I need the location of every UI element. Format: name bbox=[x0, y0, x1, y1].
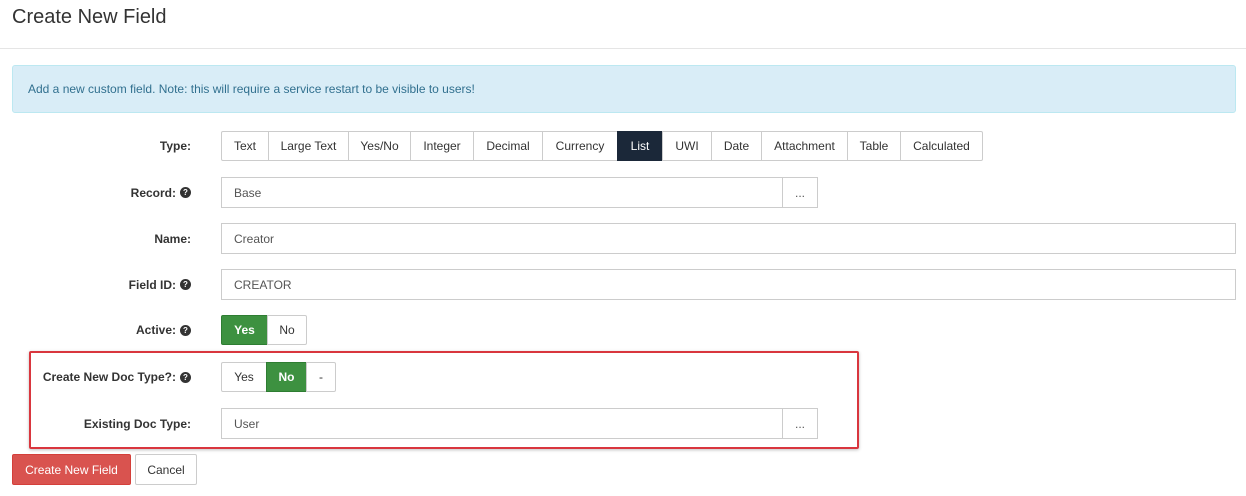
title-divider bbox=[0, 48, 1246, 49]
type-option-calculated[interactable]: Calculated bbox=[900, 131, 983, 161]
existing-doc-type-browse-button[interactable]: ... bbox=[782, 408, 818, 439]
type-option-attachment[interactable]: Attachment bbox=[761, 131, 848, 161]
active-label: Active: ? bbox=[60, 315, 191, 345]
question-circle-icon[interactable]: ? bbox=[180, 324, 191, 336]
info-alert: Add a new custom field. Note: this will … bbox=[12, 65, 1236, 113]
existing-doc-type-field[interactable]: User bbox=[221, 408, 783, 439]
type-label: Type: bbox=[60, 131, 191, 161]
type-option-yes-no[interactable]: Yes/No bbox=[348, 131, 411, 161]
type-option-decimal[interactable]: Decimal bbox=[473, 131, 543, 161]
create-doc-type-no-button[interactable]: No bbox=[266, 362, 307, 392]
cancel-button[interactable]: Cancel bbox=[135, 454, 197, 485]
create-doc-type-yes-button[interactable]: Yes bbox=[221, 362, 267, 392]
field-id-label-text: Field ID: bbox=[128, 277, 176, 292]
create-new-field-button[interactable]: Create New Field bbox=[12, 454, 131, 485]
name-label: Name: bbox=[60, 223, 191, 254]
type-option-uwi[interactable]: UWI bbox=[662, 131, 712, 161]
question-circle-icon[interactable]: ? bbox=[180, 371, 191, 383]
create-doc-type-toggle: Yes No - bbox=[221, 362, 336, 392]
type-option-date[interactable]: Date bbox=[711, 131, 762, 161]
create-doc-type-unset-button[interactable]: - bbox=[306, 362, 336, 392]
field-id-input[interactable]: CREATOR bbox=[221, 269, 1236, 300]
record-field[interactable]: Base bbox=[221, 177, 783, 208]
field-id-label: Field ID: ? bbox=[60, 269, 191, 300]
question-circle-icon[interactable]: ? bbox=[180, 187, 191, 198]
active-toggle: Yes No bbox=[221, 315, 307, 345]
active-label-text: Active: bbox=[135, 323, 176, 337]
type-option-table[interactable]: Table bbox=[847, 131, 901, 161]
type-selector: Text Large Text Yes/No Integer Decimal C… bbox=[221, 131, 983, 161]
page-title: Create New Field bbox=[12, 6, 167, 28]
type-label-text: Type: bbox=[159, 139, 191, 153]
active-yes-button[interactable]: Yes bbox=[221, 315, 268, 345]
name-input[interactable]: Creator bbox=[221, 223, 1236, 254]
existing-doc-type-label: Existing Doc Type: bbox=[36, 408, 191, 439]
type-option-list[interactable]: List bbox=[617, 131, 663, 161]
type-option-currency[interactable]: Currency bbox=[542, 131, 618, 161]
record-label-text: Record: bbox=[130, 185, 176, 200]
type-option-integer[interactable]: Integer bbox=[410, 131, 474, 161]
active-no-button[interactable]: No bbox=[267, 315, 307, 345]
record-browse-button[interactable]: ... bbox=[782, 177, 818, 208]
type-option-text[interactable]: Text bbox=[221, 131, 269, 161]
question-circle-icon[interactable]: ? bbox=[180, 279, 191, 290]
type-option-large-text[interactable]: Large Text bbox=[268, 131, 349, 161]
create-doc-type-label-text: Create New Doc Type?: bbox=[42, 370, 176, 384]
existing-doc-type-label-text: Existing Doc Type: bbox=[83, 416, 191, 431]
record-label: Record: ? bbox=[60, 177, 191, 208]
name-label-text: Name: bbox=[154, 231, 191, 246]
create-doc-type-label: Create New Doc Type?: ? bbox=[36, 362, 191, 392]
